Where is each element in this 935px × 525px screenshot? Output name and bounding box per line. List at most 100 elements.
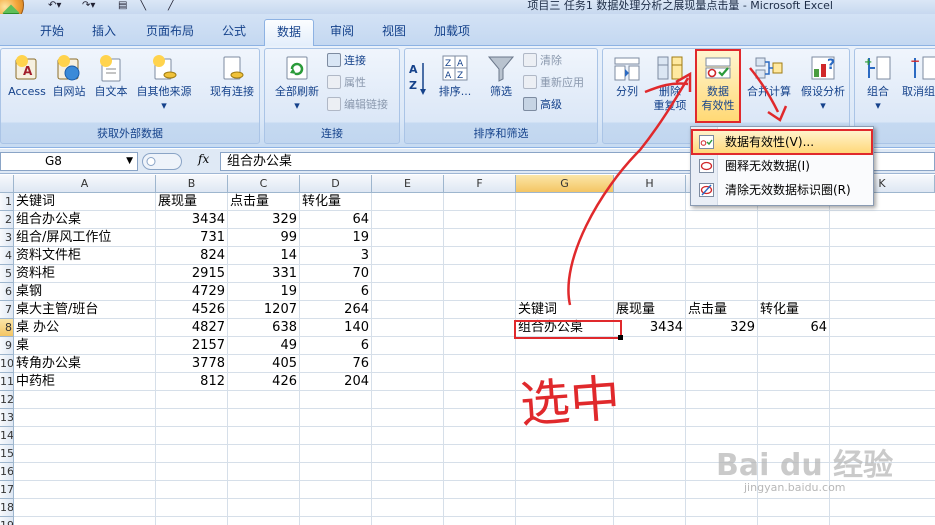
- table-cell[interactable]: 76: [300, 355, 372, 373]
- table-cell[interactable]: 6: [300, 337, 372, 355]
- table-cell[interactable]: 14: [228, 247, 300, 265]
- table-cell[interactable]: 桌 办公: [14, 319, 156, 337]
- column-header-b[interactable]: B: [156, 175, 228, 193]
- name-box-dropdown-icon[interactable]: ▼: [126, 153, 133, 170]
- data-validation-button[interactable]: 数据 有效性: [695, 49, 741, 123]
- table-cell[interactable]: 812: [156, 373, 228, 391]
- sort-az-button[interactable]: AZ: [407, 59, 429, 131]
- row-header-4[interactable]: 4: [0, 247, 14, 265]
- table-cell[interactable]: 桌钢: [14, 283, 156, 301]
- lookup-header-cell[interactable]: 点击量: [686, 301, 758, 319]
- qat-icon[interactable]: ▤: [118, 0, 127, 13]
- table-header-cell[interactable]: 展现量: [156, 193, 228, 211]
- table-cell[interactable]: 19: [300, 229, 372, 247]
- tab-view[interactable]: 视图: [370, 19, 418, 46]
- consolidate-button[interactable]: 合并计算: [743, 49, 795, 121]
- table-cell[interactable]: 264: [300, 301, 372, 319]
- tab-addins[interactable]: 加载项: [422, 19, 482, 46]
- filter-button[interactable]: 筛选: [481, 49, 521, 121]
- access-button[interactable]: A Access: [5, 49, 49, 121]
- column-header-e[interactable]: E: [372, 175, 444, 193]
- column-header-f[interactable]: F: [444, 175, 516, 193]
- redo-icon[interactable]: ↷▾: [82, 0, 95, 13]
- row-header-18[interactable]: 18: [0, 499, 14, 517]
- clear-filter-button[interactable]: 清除: [523, 51, 562, 71]
- reapply-button[interactable]: 重新应用: [523, 73, 584, 93]
- table-cell[interactable]: 140: [300, 319, 372, 337]
- tab-insert[interactable]: 插入: [80, 19, 128, 46]
- tab-review[interactable]: 审阅: [318, 19, 366, 46]
- row-header-1[interactable]: 1: [0, 193, 14, 211]
- table-cell[interactable]: 70: [300, 265, 372, 283]
- table-cell[interactable]: 1207: [228, 301, 300, 319]
- connections-button[interactable]: 连接: [327, 51, 366, 71]
- table-header-cell[interactable]: 转化量: [300, 193, 372, 211]
- lookup-cell[interactable]: 3434: [614, 319, 686, 337]
- from-web-button[interactable]: 自网站: [49, 49, 89, 121]
- row-header-2[interactable]: 2: [0, 211, 14, 229]
- row-header-19[interactable]: 19: [0, 517, 14, 525]
- menu-item-circle-invalid[interactable]: 圈释无效数据(I): [693, 155, 871, 177]
- tab-home[interactable]: 开始: [28, 19, 76, 46]
- group-button[interactable]: + 组合 ▾: [859, 49, 897, 121]
- lookup-cell[interactable]: 64: [758, 319, 830, 337]
- table-cell[interactable]: 2915: [156, 265, 228, 283]
- table-cell[interactable]: 3: [300, 247, 372, 265]
- edit-links-button[interactable]: 编辑链接: [327, 95, 388, 115]
- table-cell[interactable]: 329: [228, 211, 300, 229]
- table-cell[interactable]: 2157: [156, 337, 228, 355]
- what-if-button[interactable]: ? 假设分析 ▾: [797, 49, 849, 121]
- table-cell[interactable]: 桌: [14, 337, 156, 355]
- refresh-all-button[interactable]: 全部刷新 ▾: [269, 49, 325, 121]
- table-cell[interactable]: 4526: [156, 301, 228, 319]
- table-cell[interactable]: 桌大主管/班台: [14, 301, 156, 319]
- table-cell[interactable]: 49: [228, 337, 300, 355]
- remove-duplicates-button[interactable]: 删除 重复项: [649, 49, 691, 121]
- tab-formulas[interactable]: 公式: [210, 19, 258, 46]
- table-cell[interactable]: 组合办公桌: [14, 211, 156, 229]
- lookup-header-cell[interactable]: 关键词: [516, 301, 614, 319]
- table-cell[interactable]: 426: [228, 373, 300, 391]
- tab-page-layout[interactable]: 页面布局: [134, 19, 206, 46]
- table-cell[interactable]: 19: [228, 283, 300, 301]
- table-cell[interactable]: 中药柜: [14, 373, 156, 391]
- table-cell[interactable]: 6: [300, 283, 372, 301]
- from-text-button[interactable]: 自文本: [91, 49, 131, 121]
- row-header-6[interactable]: 6: [0, 283, 14, 301]
- tab-data[interactable]: 数据: [264, 19, 315, 46]
- table-cell[interactable]: 64: [300, 211, 372, 229]
- lookup-cell[interactable]: 329: [686, 319, 758, 337]
- column-header-h[interactable]: H: [614, 175, 686, 193]
- row-header-7[interactable]: 7: [0, 301, 14, 319]
- table-cell[interactable]: 4827: [156, 319, 228, 337]
- table-cell[interactable]: 4729: [156, 283, 228, 301]
- row-header-17[interactable]: 17: [0, 481, 14, 499]
- row-header-14[interactable]: 14: [0, 427, 14, 445]
- row-header-9[interactable]: 9: [0, 337, 14, 355]
- table-cell[interactable]: 组合/屏风工作位: [14, 229, 156, 247]
- table-cell[interactable]: 405: [228, 355, 300, 373]
- row-header-11[interactable]: 11: [0, 373, 14, 391]
- table-cell[interactable]: 3778: [156, 355, 228, 373]
- row-header-16[interactable]: 16: [0, 463, 14, 481]
- lookup-header-cell[interactable]: 转化量: [758, 301, 830, 319]
- menu-item-clear-circles[interactable]: 清除无效数据标识圈(R): [693, 179, 871, 201]
- text-to-columns-button[interactable]: 分列: [605, 49, 649, 121]
- line-icon[interactable]: ╲: [140, 0, 146, 13]
- table-cell[interactable]: 99: [228, 229, 300, 247]
- table-header-cell[interactable]: 关键词: [14, 193, 156, 211]
- advanced-filter-button[interactable]: 高级: [523, 95, 562, 115]
- row-header-13[interactable]: 13: [0, 409, 14, 427]
- lookup-header-cell[interactable]: 展现量: [614, 301, 686, 319]
- table-cell[interactable]: 204: [300, 373, 372, 391]
- existing-connections-button[interactable]: 现有连接: [205, 49, 259, 121]
- table-cell[interactable]: 638: [228, 319, 300, 337]
- menu-item-data-validation[interactable]: 数据有效性(V)...: [691, 129, 873, 155]
- table-cell[interactable]: 824: [156, 247, 228, 265]
- table-cell[interactable]: 资料文件柜: [14, 247, 156, 265]
- name-box[interactable]: G8 ▼: [0, 152, 138, 171]
- table-cell[interactable]: 731: [156, 229, 228, 247]
- row-header-8[interactable]: 8: [0, 319, 14, 337]
- row-header-12[interactable]: 12: [0, 391, 14, 409]
- table-cell[interactable]: 转角办公桌: [14, 355, 156, 373]
